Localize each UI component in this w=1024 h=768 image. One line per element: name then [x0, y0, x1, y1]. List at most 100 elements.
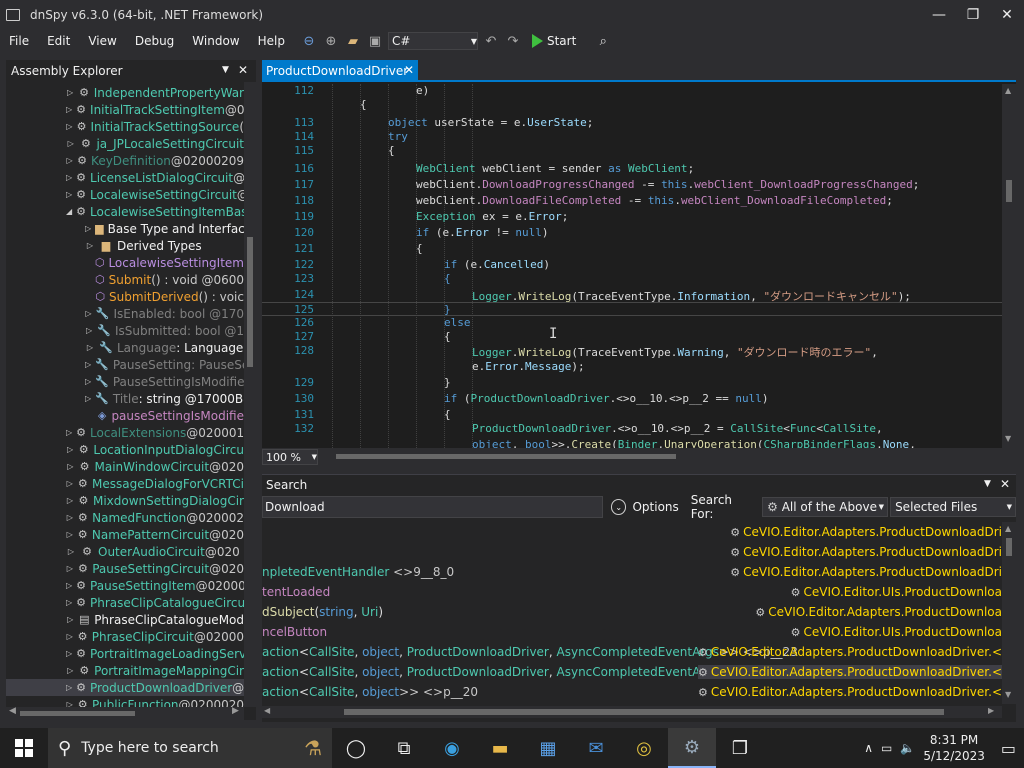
tree-item[interactable]: ▷ 🔧 PauseSettingIsModifie — [6, 373, 244, 390]
scrollbar-thumb[interactable] — [20, 711, 135, 716]
code-line[interactable]: 120 if (e.Error != null) — [262, 226, 1002, 240]
expander-icon[interactable]: ▷ — [85, 394, 91, 403]
chevron-up-icon[interactable]: ∧ — [864, 741, 873, 755]
expander-icon[interactable]: ▷ — [66, 547, 76, 556]
store-icon[interactable]: ▦ — [524, 728, 572, 768]
tree-item[interactable]: ▷ ⚙ MessageDialogForVCRTCi — [6, 475, 244, 492]
code-view[interactable]: 112 e) {113 object userState = e.UserState;… — [262, 84, 1002, 448]
code-line[interactable]: 117 webClient.DownloadProgressChanged -= … — [262, 178, 1002, 192]
network-icon[interactable]: ▭ — [881, 741, 892, 755]
expander-icon[interactable]: ▷ — [66, 122, 73, 131]
menu-debug[interactable]: Debug — [126, 34, 183, 48]
menu-window[interactable]: Window — [183, 34, 248, 48]
code-line[interactable]: 129} — [262, 376, 1002, 390]
tree-item[interactable]: ⬡ SubmitDerived() : voic — [6, 288, 244, 305]
expander-icon[interactable]: ▷ — [85, 241, 95, 250]
code-line[interactable]: 131 { — [262, 408, 1002, 422]
expander-icon[interactable]: ▷ — [66, 88, 74, 97]
search-input[interactable]: Download — [262, 496, 603, 518]
menu-edit[interactable]: Edit — [38, 34, 79, 48]
code-line[interactable]: 123 { — [262, 272, 1002, 286]
search-result-row[interactable]: action<CallSite, object>> <>p__20 ⚙ CeVIO.… — [262, 682, 1002, 702]
taskbar-search-box[interactable]: ⚲ Type here to search ⚗ — [48, 728, 332, 768]
back-icon[interactable]: ⊖ — [300, 32, 318, 50]
expander-icon[interactable]: ▷ — [66, 683, 72, 692]
task-view-icon[interactable]: ⧉ — [380, 728, 428, 768]
notification-icon[interactable]: ▭ — [1001, 739, 1016, 758]
expander-icon[interactable]: ▷ — [66, 479, 74, 488]
expander-icon[interactable]: ▷ — [66, 428, 72, 437]
tree-item[interactable]: ▷ 🔧 PauseSetting : PauseSe — [6, 356, 244, 373]
tree-item[interactable]: ⬡ Submit() : void @0600 — [6, 271, 244, 288]
menu-help[interactable]: Help — [249, 34, 294, 48]
code-line[interactable]: 122 if (e.Cancelled) — [262, 258, 1002, 272]
code-line[interactable]: 113 object userState = e.UserState; — [262, 116, 1002, 130]
code-line[interactable]: 132 ProductDownloadDriver.<>o__10.<>p__2 … — [262, 422, 1002, 436]
minimize-button[interactable]: — — [922, 0, 956, 30]
code-line[interactable]: 121 { — [262, 242, 1002, 256]
code-line[interactable]: 126 else — [262, 316, 1002, 330]
expander-icon[interactable]: ▷ — [66, 513, 74, 522]
search-for-select[interactable]: ⚙ All of the Above ▼ — [762, 497, 889, 517]
panel-close-icon[interactable]: ✕ — [1000, 477, 1010, 491]
tree-item[interactable]: ▷ ⚙ MixdownSettingDialogCir — [6, 492, 244, 509]
expander-icon[interactable]: ▷ — [66, 632, 73, 641]
edge-icon[interactable]: ◉ — [428, 728, 476, 768]
code-line[interactable]: 118 webClient.DownloadFileCompleted -= th… — [262, 194, 1002, 208]
expander-icon[interactable]: ▷ — [66, 496, 74, 505]
expander-icon[interactable]: ▷ — [66, 666, 74, 675]
expander-icon[interactable]: ▷ — [66, 173, 72, 182]
code-line[interactable]: 130 if (ProductDownloadDriver.<>o__10.<>p… — [262, 392, 1002, 406]
expander-icon[interactable]: ◢ — [66, 207, 72, 216]
options-label[interactable]: Options — [632, 500, 678, 514]
search-result-row[interactable]: action<CallSite, object, ProductDownload… — [262, 662, 1002, 682]
scroll-down-icon[interactable]: ▼ — [1005, 434, 1011, 443]
menu-view[interactable]: View — [79, 34, 125, 48]
open-folder-icon[interactable]: ▰ — [344, 32, 362, 50]
tree-item[interactable]: ◈ pauseSettingIsModifie — [6, 407, 244, 424]
code-line[interactable]: 125} — [262, 302, 1002, 316]
code-line[interactable]: 116 WebClient webClient = sender as WebCl… — [262, 162, 1002, 176]
scroll-left-icon[interactable]: ◀ — [9, 706, 16, 716]
code-line[interactable]: e.Error.Message); — [262, 360, 1002, 374]
scroll-up-icon[interactable]: ▲ — [1005, 86, 1011, 95]
redo-icon[interactable]: ↷ — [504, 32, 522, 50]
start-menu-button[interactable] — [0, 728, 48, 768]
expander-icon[interactable]: ▷ — [85, 377, 91, 386]
tree-item[interactable]: ▷ ⚙ NamePatternCircuit @020 — [6, 526, 244, 543]
editor-horizontal-scrollbar[interactable] — [328, 454, 998, 459]
code-line[interactable]: 114 try — [262, 130, 1002, 144]
search-result-row[interactable]: tentLoaded ⚙ CeVIO.Editor.UIs.ProductDownl… — [262, 582, 1002, 602]
tree-item[interactable]: ▷ ⚙ KeyDefinition @02000209 — [6, 152, 244, 169]
expander-icon[interactable]: ▷ — [66, 649, 72, 658]
tree-item[interactable]: ▷ ⚙ PauseSettingCircuit @020 — [6, 560, 244, 577]
clock[interactable]: 8:31 PM 5/12/2023 — [923, 732, 985, 764]
tree-item[interactable]: ▷ ⚙ ja_JPLocaleSettingCircuit — [6, 135, 244, 152]
scrollbar-thumb[interactable] — [344, 709, 944, 715]
volume-icon[interactable]: 🔈 — [900, 741, 915, 755]
tree-item[interactable]: ▷ ⚙ IndependentPropertyWar — [6, 84, 244, 101]
tree-item[interactable]: ▷ ⚙ LocationInputDialogCircu — [6, 441, 244, 458]
tree-item[interactable]: ▷ 🔧 Title : string @17000B8 — [6, 390, 244, 407]
scroll-right-icon[interactable]: ▶ — [988, 706, 994, 715]
tree-item[interactable]: ▷ ⚙ InitialTrackSettingItem @0 — [6, 101, 244, 118]
expander-icon[interactable]: ▷ — [66, 139, 75, 148]
multi-window-icon[interactable]: ❐ — [716, 728, 764, 768]
search-result-row[interactable]: ⚙ CeVIO.Editor.Adapters.ProductDownloadDr… — [262, 542, 1002, 562]
code-line[interactable]: object, bool>>.Create(Binder. UnaryOperat… — [262, 438, 1002, 448]
expander-icon[interactable]: ▷ — [66, 615, 74, 624]
menu-file[interactable]: File — [0, 34, 38, 48]
scroll-left-icon[interactable]: ◀ — [264, 706, 270, 715]
expander-icon[interactable]: ▷ — [66, 190, 72, 199]
tree-item[interactable]: ▷ 🔧 IsEnabled : bool @170 — [6, 305, 244, 322]
scroll-down-icon[interactable]: ▼ — [1005, 690, 1011, 699]
tree-item[interactable]: ▷ ⚙ PhraseClipCircuit @02000 — [6, 628, 244, 645]
search-scope-select[interactable]: Selected Files ▼ — [890, 497, 1016, 517]
expander-icon[interactable]: ▷ — [66, 156, 73, 165]
cortana-icon[interactable]: ◯ — [332, 728, 380, 768]
scrollbar-thumb[interactable] — [247, 237, 253, 367]
tree-item[interactable]: ⬡ LocalewiseSettingItem — [6, 254, 244, 271]
expander-icon[interactable]: ▷ — [85, 224, 91, 233]
tree-item[interactable]: ▷ ⚙ PortraitImageMappingCir — [6, 662, 244, 679]
search-result-row[interactable]: ncelButton ⚙ CeVIO.Editor.UIs.ProductDownl… — [262, 622, 1002, 642]
